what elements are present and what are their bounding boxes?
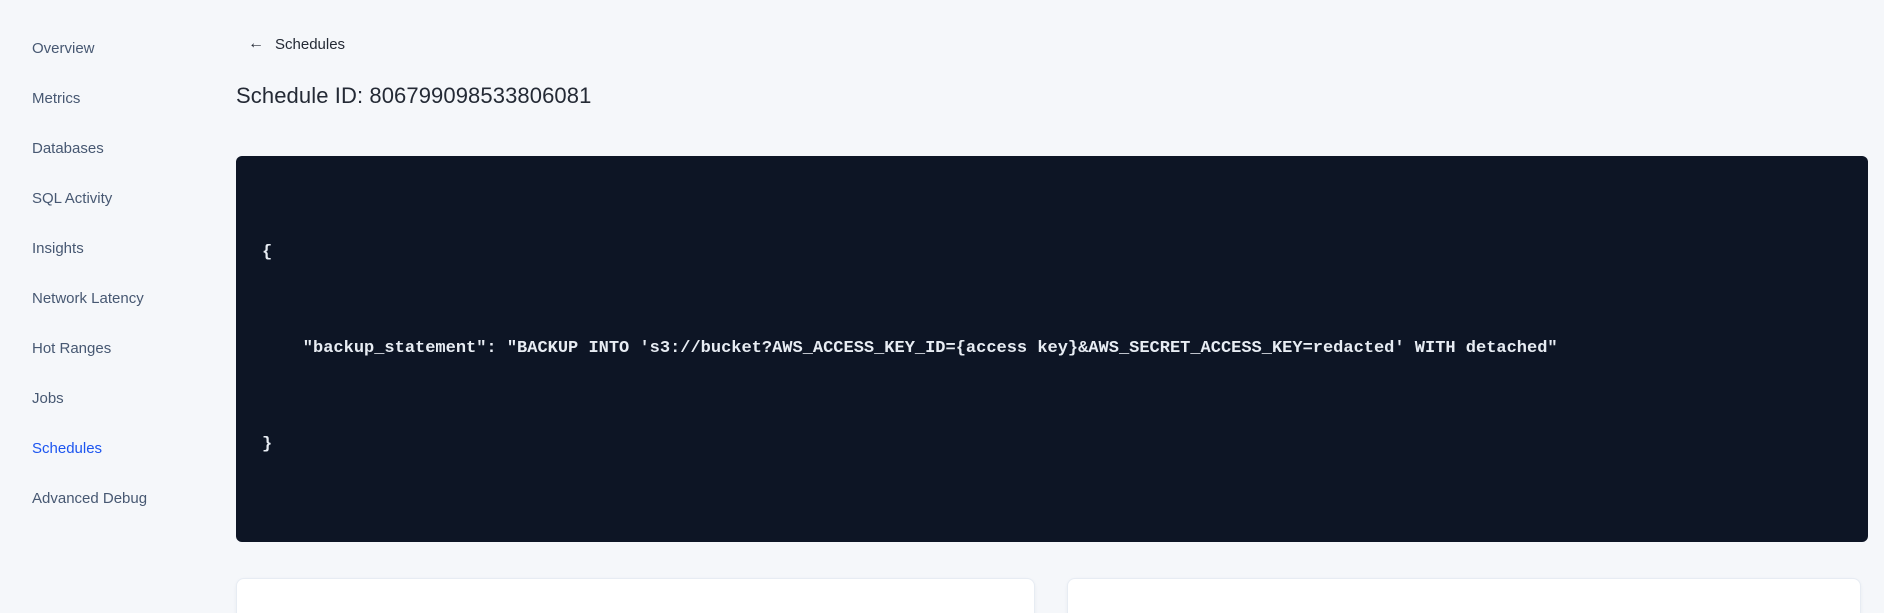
sidebar-item-metrics[interactable]: Metrics	[0, 73, 236, 123]
sidebar-item-network-latency[interactable]: Network Latency	[0, 273, 236, 323]
main-content: ← Schedules Schedule ID: 806799098533806…	[236, 0, 1868, 613]
schedule-summary-card: Label core_full_backups Status ACTIVE St…	[236, 578, 1035, 613]
schedule-timing-card: Creation Time Oct 20, 2022 at 17:12 UTC …	[1067, 578, 1861, 613]
sidebar-item-jobs[interactable]: Jobs	[0, 373, 236, 423]
page-title: Schedule ID: 806799098533806081	[236, 83, 592, 108]
page: Overview Metrics Databases SQL Activity …	[0, 0, 1884, 613]
code-line: {	[262, 243, 273, 262]
schedule-statement-code-block: { "backup_statement": "BACKUP INTO 's3:/…	[236, 156, 1868, 542]
sidebar-item-databases[interactable]: Databases	[0, 123, 236, 173]
detail-row-label: Label core_full_backups	[261, 600, 1010, 613]
detail-cards: Label core_full_backups Status ACTIVE St…	[236, 578, 1868, 613]
code-line: }	[262, 435, 273, 454]
sidebar: Overview Metrics Databases SQL Activity …	[0, 0, 236, 613]
sidebar-item-hot-ranges[interactable]: Hot Ranges	[0, 323, 236, 373]
sidebar-item-sql-activity[interactable]: SQL Activity	[0, 173, 236, 223]
detail-row-creation-time: Creation Time Oct 20, 2022 at 17:12 UTC	[1092, 600, 1836, 613]
sidebar-item-insights[interactable]: Insights	[0, 223, 236, 273]
back-link-schedules[interactable]: ← Schedules	[248, 36, 345, 53]
sidebar-item-schedules[interactable]: Schedules	[0, 423, 236, 473]
sidebar-item-advanced-debug[interactable]: Advanced Debug	[0, 473, 236, 523]
sidebar-item-overview[interactable]: Overview	[0, 23, 236, 73]
back-arrow-icon: ←	[248, 35, 264, 52]
back-link-label: Schedules	[275, 35, 346, 53]
code-line: "backup_statement": "BACKUP INTO 's3://b…	[262, 339, 1558, 358]
